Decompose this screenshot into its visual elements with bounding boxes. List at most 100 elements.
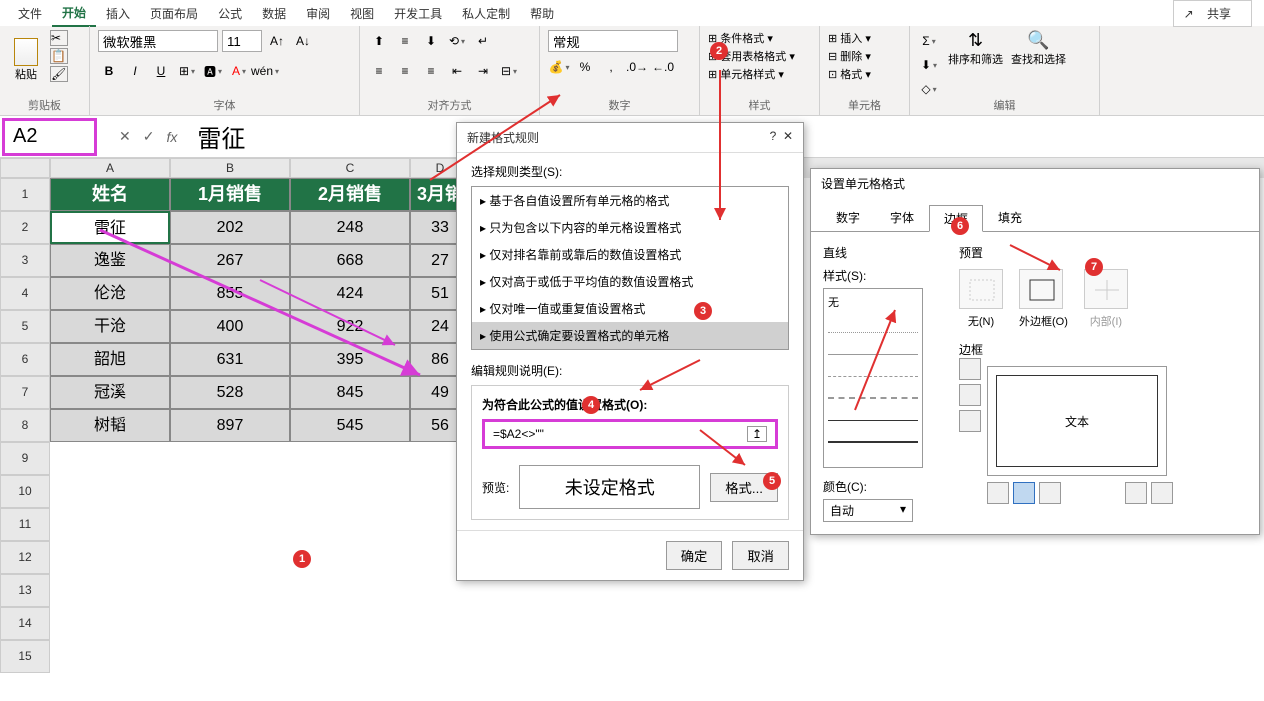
rule-item[interactable]: 仅对唯一值或重复值设置格式 <box>472 295 788 322</box>
cell-style-button[interactable]: ⊞ 单元格样式 ▾ <box>708 66 811 82</box>
cell[interactable]: 400 <box>170 310 290 343</box>
row-header[interactable]: 5 <box>0 310 50 343</box>
row-header[interactable]: 9 <box>0 442 50 475</box>
orientation-icon[interactable]: ⟲ <box>446 30 468 52</box>
format-painter-icon[interactable]: 🖌 <box>50 66 68 82</box>
border-button[interactable]: ⊞ <box>176 60 198 82</box>
col-header-a[interactable]: A <box>50 158 170 178</box>
font-size-select[interactable] <box>222 30 262 52</box>
row-header[interactable]: 2 <box>0 211 50 244</box>
align-center-icon[interactable]: ≡ <box>394 60 416 82</box>
row-header[interactable]: 14 <box>0 607 50 640</box>
cell[interactable]: 树韬 <box>50 409 170 442</box>
rule-item[interactable]: 仅对高于或低于平均值的数值设置格式 <box>472 268 788 295</box>
cell[interactable]: 668 <box>290 244 410 277</box>
rule-item[interactable]: 基于各自值设置所有单元格的格式 <box>472 187 788 214</box>
menu-custom[interactable]: 私人定制 <box>452 1 520 26</box>
menu-layout[interactable]: 页面布局 <box>140 1 208 26</box>
formula-input[interactable]: 雷征 <box>177 119 245 154</box>
inc-decimal-icon[interactable]: .0→ <box>626 56 648 78</box>
header-cell[interactable]: 1月销售 <box>170 178 290 211</box>
font-color-button[interactable]: A <box>228 60 250 82</box>
preset-outer[interactable]: 外边框(O) <box>1019 269 1068 329</box>
border-right-btn[interactable] <box>1125 482 1147 504</box>
cell[interactable]: 395 <box>290 343 410 376</box>
fx-icon[interactable]: fx <box>166 129 177 145</box>
indent-dec-icon[interactable]: ⇤ <box>446 60 468 82</box>
col-header-b[interactable]: B <box>170 158 290 178</box>
range-picker-icon[interactable]: ↥ <box>747 426 767 442</box>
cell[interactable]: 248 <box>290 211 410 244</box>
italic-button[interactable]: I <box>124 60 146 82</box>
align-left-icon[interactable]: ≡ <box>368 60 390 82</box>
insert-cells-button[interactable]: ⊞ 插入 ▾ <box>828 30 901 46</box>
rule-item[interactable]: 仅对排名靠前或靠后的数值设置格式 <box>472 241 788 268</box>
format-cells-button[interactable]: ⊡ 格式 ▾ <box>828 66 901 82</box>
cancel-formula-icon[interactable]: ✕ <box>119 128 131 145</box>
header-cell[interactable]: 2月销售 <box>290 178 410 211</box>
border-bottom-btn[interactable] <box>959 410 981 432</box>
row-header[interactable]: 7 <box>0 376 50 409</box>
sort-filter-button[interactable]: ⇅排序和筛选 <box>948 30 1003 100</box>
dec-decimal-icon[interactable]: ←.0 <box>652 56 674 78</box>
cell[interactable]: 雷征 <box>50 211 170 244</box>
rule-type-list[interactable]: 基于各自值设置所有单元格的格式 只为包含以下内容的单元格设置格式 仅对排名靠前或… <box>471 186 789 350</box>
ok-button[interactable]: 确定 <box>666 541 723 570</box>
col-header-c[interactable]: C <box>290 158 410 178</box>
cell[interactable]: 202 <box>170 211 290 244</box>
confirm-formula-icon[interactable]: ✓ <box>143 128 155 145</box>
merge-icon[interactable]: ⊟ <box>498 60 520 82</box>
menu-home[interactable]: 开始 <box>52 0 96 27</box>
row-header[interactable]: 4 <box>0 277 50 310</box>
cell[interactable]: 545 <box>290 409 410 442</box>
row-header[interactable]: 3 <box>0 244 50 277</box>
tab-font[interactable]: 字体 <box>875 204 929 231</box>
percent-icon[interactable]: % <box>574 56 596 78</box>
decrease-font-icon[interactable]: A↓ <box>292 30 314 52</box>
cell[interactable]: 干沧 <box>50 310 170 343</box>
cell[interactable]: 伦沧 <box>50 277 170 310</box>
border-mid-v-btn[interactable] <box>1039 482 1061 504</box>
fill-color-button[interactable]: 🅰 <box>202 60 224 82</box>
border-diag1-btn[interactable] <box>987 482 1009 504</box>
cell[interactable]: 528 <box>170 376 290 409</box>
cell[interactable]: 逸鉴 <box>50 244 170 277</box>
menu-help[interactable]: 帮助 <box>520 1 564 26</box>
cell[interactable]: 424 <box>290 277 410 310</box>
phonetic-button[interactable]: wén <box>254 60 276 82</box>
row-header[interactable]: 1 <box>0 178 50 211</box>
border-diag2-btn[interactable] <box>1151 482 1173 504</box>
header-cell[interactable]: 姓名 <box>50 178 170 211</box>
wrap-text-icon[interactable]: ↵ <box>472 30 494 52</box>
number-format-select[interactable] <box>548 30 678 52</box>
help-icon[interactable]: ? <box>770 129 777 143</box>
row-header[interactable]: 8 <box>0 409 50 442</box>
rule-item[interactable]: 只为包含以下内容的单元格设置格式 <box>472 214 788 241</box>
underline-button[interactable]: U <box>150 60 172 82</box>
row-header[interactable]: 13 <box>0 574 50 607</box>
align-bottom-icon[interactable]: ⬇ <box>420 30 442 52</box>
align-right-icon[interactable]: ≡ <box>420 60 442 82</box>
cell[interactable]: 855 <box>170 277 290 310</box>
comma-icon[interactable]: , <box>600 56 622 78</box>
copy-icon[interactable]: 📋 <box>50 48 68 64</box>
indent-inc-icon[interactable]: ⇥ <box>472 60 494 82</box>
menu-view[interactable]: 视图 <box>340 1 384 26</box>
menu-insert[interactable]: 插入 <box>96 1 140 26</box>
fill-icon[interactable]: ⬇ <box>918 54 940 76</box>
preset-inner[interactable]: 内部(I) <box>1084 269 1128 329</box>
find-select-button[interactable]: 🔍查找和选择 <box>1011 30 1066 100</box>
bold-button[interactable]: B <box>98 60 120 82</box>
tab-number[interactable]: 数字 <box>821 204 875 231</box>
cancel-button[interactable]: 取消 <box>732 541 789 570</box>
menu-review[interactable]: 审阅 <box>296 1 340 26</box>
align-middle-icon[interactable]: ≡ <box>394 30 416 52</box>
close-icon[interactable]: ✕ <box>783 129 793 143</box>
cell[interactable]: 韶旭 <box>50 343 170 376</box>
menu-formula[interactable]: 公式 <box>208 1 252 26</box>
color-select[interactable]: 自动▾ <box>823 499 913 522</box>
row-header[interactable]: 11 <box>0 508 50 541</box>
cell[interactable]: 897 <box>170 409 290 442</box>
menu-file[interactable]: 文件 <box>8 1 52 26</box>
border-top-btn[interactable] <box>959 358 981 380</box>
